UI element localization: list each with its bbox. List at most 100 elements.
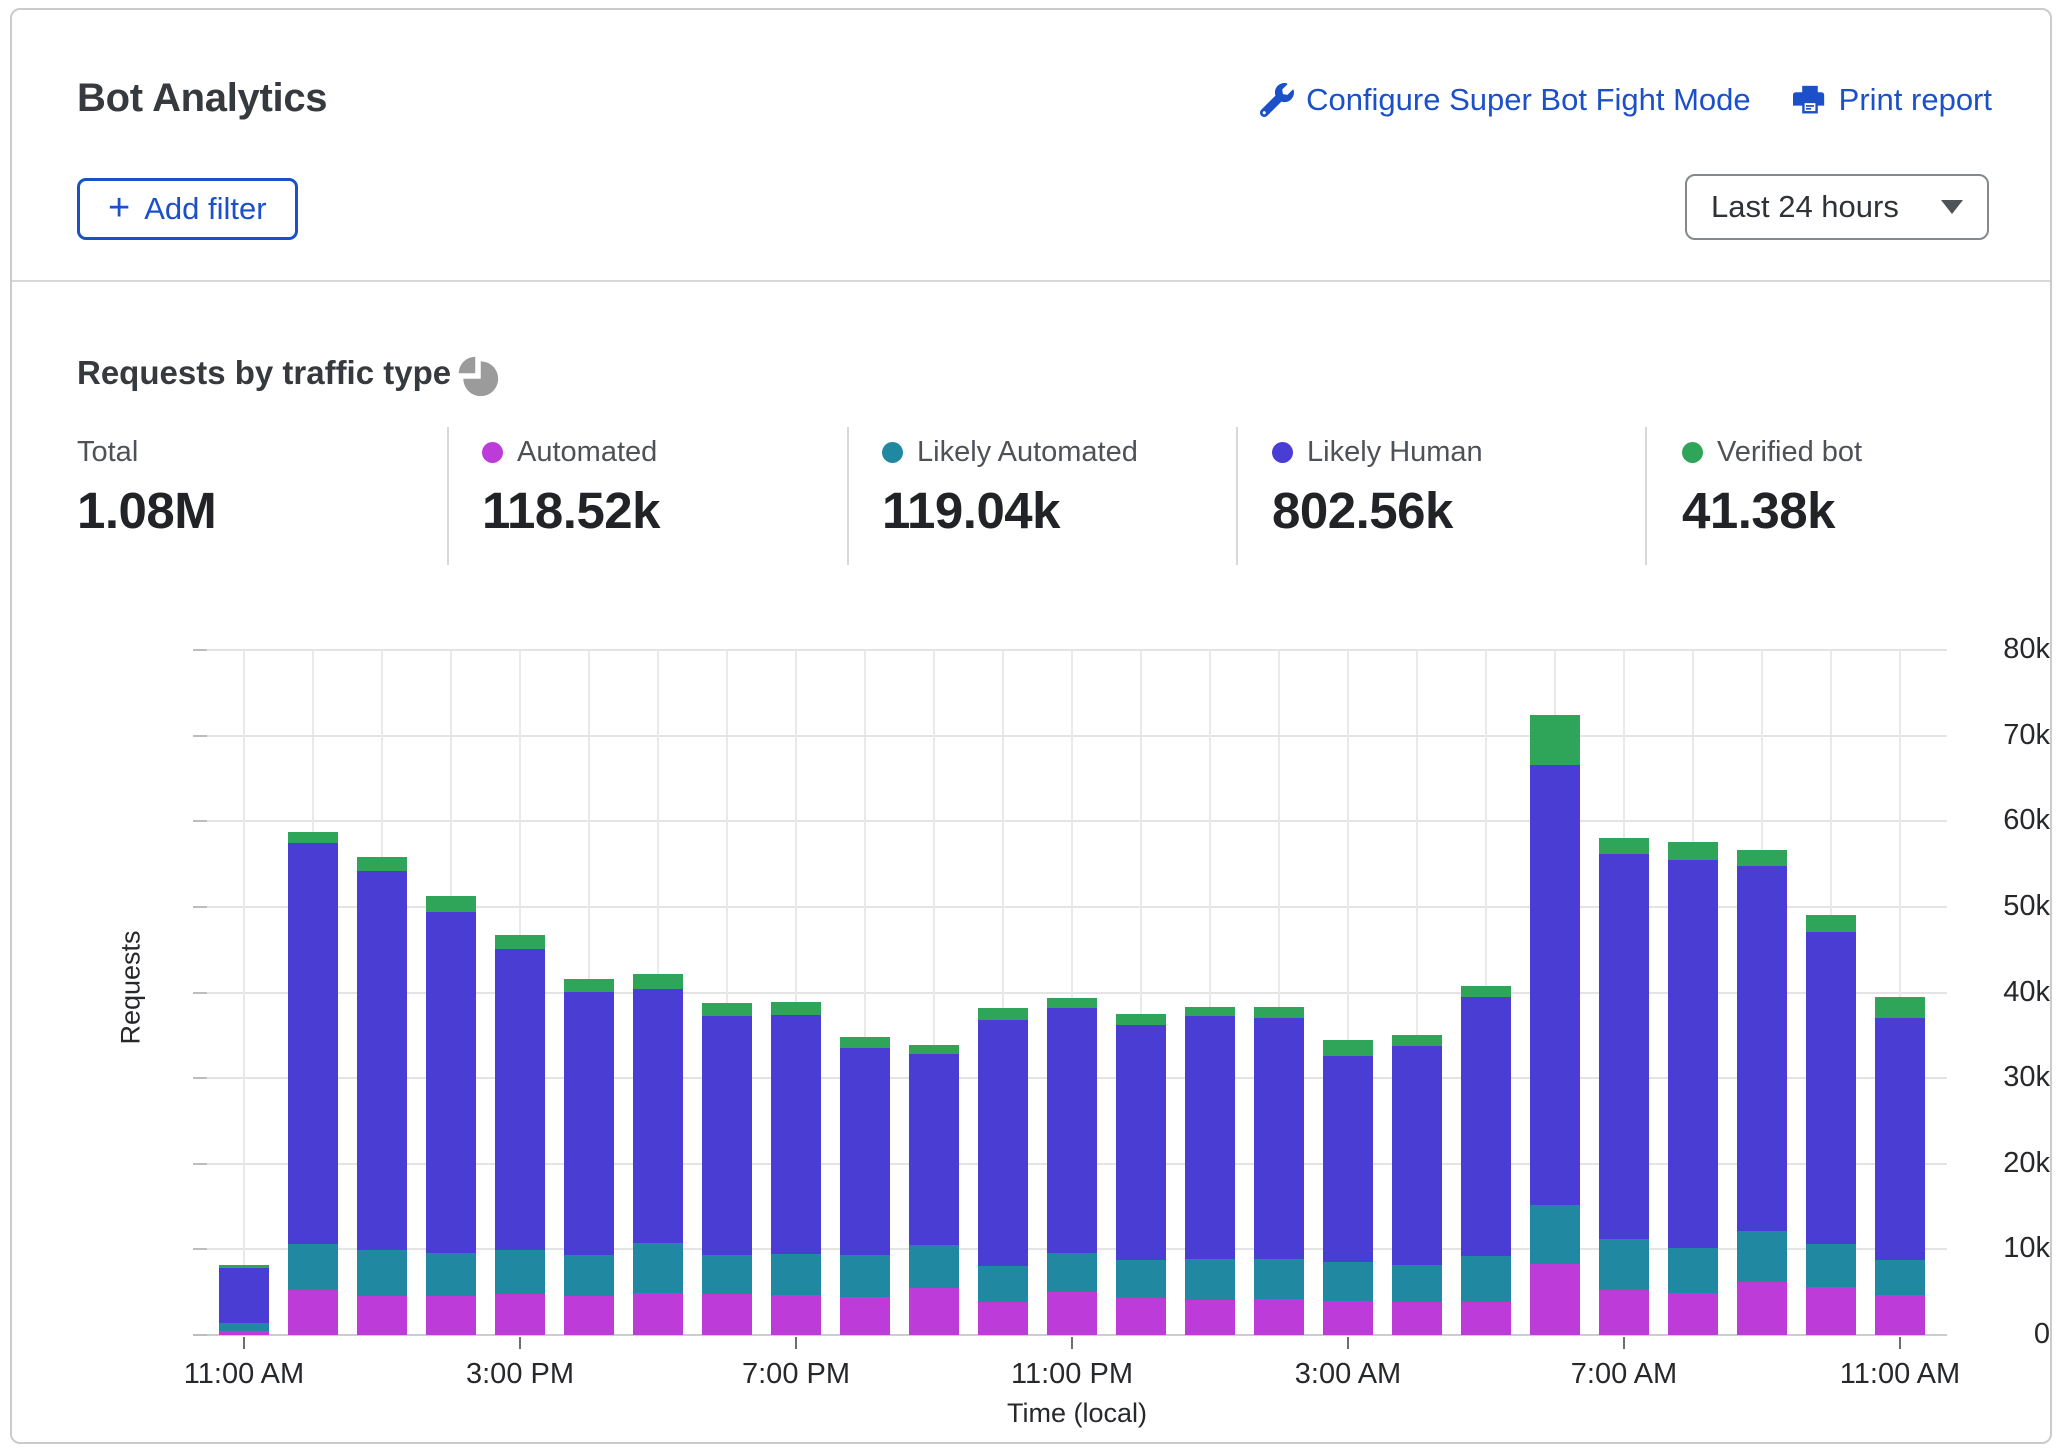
bar-12-likely-human[interactable] [1047, 1008, 1097, 1253]
bar-4-automated[interactable] [495, 1294, 545, 1335]
bar-4-verified-bot[interactable] [495, 935, 545, 949]
bar-4-likely-automated[interactable] [495, 1250, 545, 1294]
bar-0-likely-human[interactable] [219, 1268, 269, 1323]
bar-23-automated[interactable] [1806, 1287, 1856, 1335]
configure-super-bot-fight-mode-link[interactable]: Configure Super Bot Fight Mode [1260, 82, 1751, 118]
bar-20-verified-bot[interactable] [1599, 838, 1649, 853]
add-filter-button[interactable]: + Add filter [77, 178, 298, 240]
bar-14-verified-bot[interactable] [1185, 1007, 1235, 1016]
bar-1-verified-bot[interactable] [288, 832, 338, 842]
bar-1-likely-human[interactable] [288, 843, 338, 1245]
bar-7-likely-human[interactable] [702, 1016, 752, 1256]
bar-6-likely-human[interactable] [633, 989, 683, 1242]
bar-5-verified-bot[interactable] [564, 979, 614, 992]
bar-10-likely-human[interactable] [909, 1054, 959, 1245]
bar-9-automated[interactable] [840, 1297, 890, 1335]
bar-11-automated[interactable] [978, 1302, 1028, 1335]
bar-22-verified-bot[interactable] [1737, 850, 1787, 866]
bar-12-verified-bot[interactable] [1047, 998, 1097, 1008]
bar-19-verified-bot[interactable] [1530, 715, 1580, 765]
bar-16-likely-human[interactable] [1323, 1056, 1373, 1262]
bar-17-likely-automated[interactable] [1392, 1265, 1442, 1303]
bar-11-likely-human[interactable] [978, 1020, 1028, 1266]
bar-22-automated[interactable] [1737, 1282, 1787, 1335]
bar-0-automated[interactable] [219, 1331, 269, 1335]
bar-21-verified-bot[interactable] [1668, 842, 1718, 860]
bar-13-likely-automated[interactable] [1116, 1260, 1166, 1299]
bar-10-automated[interactable] [909, 1288, 959, 1335]
bar-15-automated[interactable] [1254, 1299, 1304, 1335]
bar-17-automated[interactable] [1392, 1302, 1442, 1335]
bar-16-automated[interactable] [1323, 1301, 1373, 1335]
bar-3-likely-human[interactable] [426, 912, 476, 1253]
bar-14-automated[interactable] [1185, 1300, 1235, 1335]
bar-5-likely-automated[interactable] [564, 1255, 614, 1296]
bar-2-verified-bot[interactable] [357, 857, 407, 871]
bar-21-likely-automated[interactable] [1668, 1248, 1718, 1293]
bar-15-likely-human[interactable] [1254, 1018, 1304, 1259]
bar-13-likely-human[interactable] [1116, 1025, 1166, 1260]
bar-3-verified-bot[interactable] [426, 896, 476, 912]
bar-10-verified-bot[interactable] [909, 1045, 959, 1054]
bar-19-likely-automated[interactable] [1530, 1205, 1580, 1264]
bar-23-likely-automated[interactable] [1806, 1244, 1856, 1287]
bar-1-likely-automated[interactable] [288, 1244, 338, 1289]
bar-1-automated[interactable] [288, 1290, 338, 1335]
bar-22-likely-automated[interactable] [1737, 1231, 1787, 1282]
bar-17-verified-bot[interactable] [1392, 1035, 1442, 1045]
bar-2-likely-automated[interactable] [357, 1250, 407, 1295]
bar-7-automated[interactable] [702, 1294, 752, 1335]
bar-12-automated[interactable] [1047, 1292, 1097, 1335]
bar-16-likely-automated[interactable] [1323, 1262, 1373, 1301]
bar-11-likely-automated[interactable] [978, 1266, 1028, 1302]
bar-9-likely-automated[interactable] [840, 1255, 890, 1297]
bar-3-automated[interactable] [426, 1296, 476, 1335]
bar-21-likely-human[interactable] [1668, 860, 1718, 1248]
bar-15-verified-bot[interactable] [1254, 1007, 1304, 1018]
bar-24-likely-human[interactable] [1875, 1018, 1925, 1259]
bar-7-verified-bot[interactable] [702, 1003, 752, 1016]
bar-0-verified-bot[interactable] [219, 1265, 269, 1268]
bar-10-likely-automated[interactable] [909, 1245, 959, 1288]
bar-18-likely-automated[interactable] [1461, 1256, 1511, 1301]
bar-6-verified-bot[interactable] [633, 974, 683, 989]
bar-7-likely-automated[interactable] [702, 1255, 752, 1294]
bar-5-likely-human[interactable] [564, 992, 614, 1256]
bar-13-verified-bot[interactable] [1116, 1014, 1166, 1025]
bar-14-likely-human[interactable] [1185, 1016, 1235, 1259]
bar-18-automated[interactable] [1461, 1302, 1511, 1335]
bar-11-verified-bot[interactable] [978, 1008, 1028, 1020]
bar-17-likely-human[interactable] [1392, 1046, 1442, 1265]
bar-8-verified-bot[interactable] [771, 1002, 821, 1015]
bar-3-likely-automated[interactable] [426, 1253, 476, 1297]
bar-2-automated[interactable] [357, 1296, 407, 1335]
bar-9-verified-bot[interactable] [840, 1037, 890, 1048]
bar-22-likely-human[interactable] [1737, 866, 1787, 1231]
bar-18-likely-human[interactable] [1461, 997, 1511, 1256]
bar-6-automated[interactable] [633, 1293, 683, 1335]
bar-5-automated[interactable] [564, 1296, 614, 1335]
bar-16-verified-bot[interactable] [1323, 1040, 1373, 1056]
bar-8-likely-human[interactable] [771, 1015, 821, 1254]
time-range-dropdown[interactable]: Last 24 hours [1685, 174, 1989, 240]
bar-8-automated[interactable] [771, 1295, 821, 1335]
bar-0-likely-automated[interactable] [219, 1323, 269, 1331]
bar-19-likely-human[interactable] [1530, 765, 1580, 1205]
bar-15-likely-automated[interactable] [1254, 1259, 1304, 1299]
bar-8-likely-automated[interactable] [771, 1254, 821, 1295]
print-report-link[interactable]: Print report [1793, 82, 1992, 118]
bar-20-likely-human[interactable] [1599, 854, 1649, 1239]
bar-6-likely-automated[interactable] [633, 1243, 683, 1294]
bar-23-verified-bot[interactable] [1806, 915, 1856, 932]
bar-20-likely-automated[interactable] [1599, 1239, 1649, 1290]
bar-18-verified-bot[interactable] [1461, 986, 1511, 997]
bar-14-likely-automated[interactable] [1185, 1259, 1235, 1300]
bar-20-automated[interactable] [1599, 1290, 1649, 1335]
bar-19-automated[interactable] [1530, 1264, 1580, 1335]
bar-4-likely-human[interactable] [495, 949, 545, 1250]
bar-9-likely-human[interactable] [840, 1048, 890, 1255]
bar-13-automated[interactable] [1116, 1298, 1166, 1335]
bar-12-likely-automated[interactable] [1047, 1253, 1097, 1292]
bar-21-automated[interactable] [1668, 1293, 1718, 1335]
bar-2-likely-human[interactable] [357, 871, 407, 1250]
